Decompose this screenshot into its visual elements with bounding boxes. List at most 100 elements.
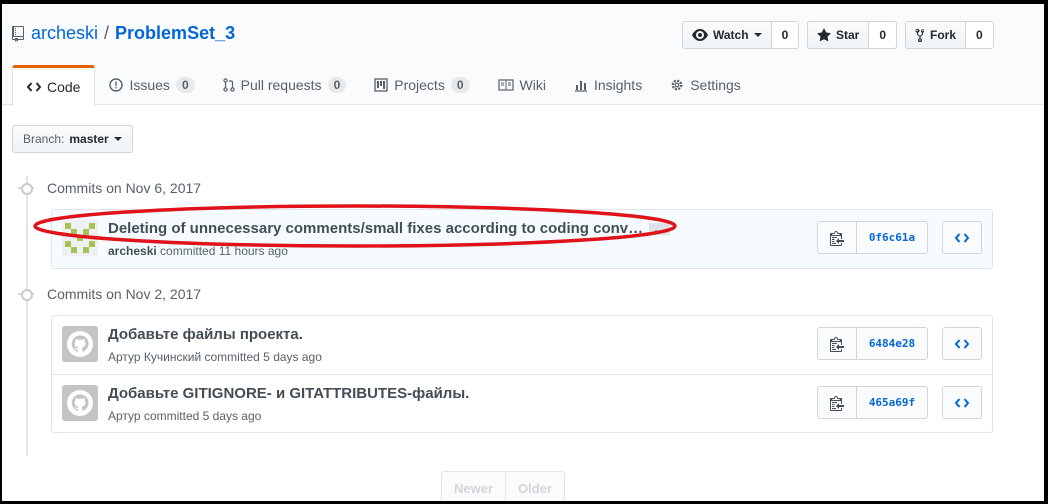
commit-title-link[interactable]: Добавьте GITIGNORE- и GITATTRIBUTES-файл… bbox=[108, 385, 469, 402]
commit-title-link[interactable]: Добавьте файлы проекта. bbox=[108, 326, 303, 343]
sha-button-group: 465a69f bbox=[817, 386, 928, 419]
tab-wiki-label: Wiki bbox=[519, 77, 546, 93]
commit-sha-link[interactable]: 0f6c61a bbox=[857, 221, 928, 254]
code-icon bbox=[27, 82, 41, 92]
projects-counter: 0 bbox=[450, 77, 470, 93]
commit-group-title: Commits on Nov 2, 2017 bbox=[18, 286, 201, 302]
commit-node-icon bbox=[18, 180, 34, 196]
tab-insights-label: Insights bbox=[593, 77, 643, 93]
commit-message: Добавьте GITIGNORE- и GITATTRIBUTES-файл… bbox=[108, 385, 469, 402]
chevron-down-icon bbox=[113, 137, 122, 141]
tab-pull-requests-label: Pull requests bbox=[240, 77, 322, 93]
code-icon bbox=[955, 232, 969, 243]
github-avatar-icon bbox=[62, 326, 98, 362]
fork-count[interactable]: 0 bbox=[966, 21, 994, 49]
star-label: Star bbox=[836, 28, 860, 42]
star-count[interactable]: 0 bbox=[869, 21, 898, 49]
commit-author-link[interactable]: archeski bbox=[108, 244, 157, 258]
star-icon bbox=[817, 28, 831, 42]
expand-message-button[interactable]: … bbox=[649, 223, 671, 236]
chevron-down-icon bbox=[753, 33, 762, 37]
newer-button[interactable]: Newer bbox=[441, 471, 507, 501]
commit-list: Deleting of unnecessary comments/small f… bbox=[51, 209, 993, 269]
fork-icon bbox=[915, 28, 925, 42]
tab-projects-label: Projects bbox=[394, 77, 445, 93]
commit-group-date: Commits on Nov 2, 2017 bbox=[47, 286, 202, 302]
branch-select-button[interactable]: Branch: master bbox=[12, 125, 133, 153]
commit-message: Deleting of unnecessary comments/small f… bbox=[108, 220, 671, 237]
sha-button-group: 0f6c61a bbox=[817, 221, 928, 254]
pagination: Newer Older bbox=[441, 471, 565, 501]
repo-nav-tabs: Code Issues 0 Pull requests 0 Projects 0… bbox=[12, 65, 755, 106]
commit-list: Добавьте файлы проекта. Артур Кучинский … bbox=[51, 315, 993, 433]
commit-time: committed 5 days ago bbox=[204, 350, 322, 364]
commit-meta: Артур committed 5 days ago bbox=[108, 409, 261, 423]
gear-icon bbox=[671, 79, 683, 91]
issue-icon bbox=[109, 78, 124, 92]
repo-owner-link[interactable]: archeski bbox=[31, 23, 98, 44]
code-icon bbox=[955, 397, 969, 408]
repo-page: archeski / ProblemSet_3 Watch 0 Star 0 F… bbox=[2, 4, 1044, 501]
clipboard-icon bbox=[830, 336, 844, 352]
commit-row: Deleting of unnecessary comments/small f… bbox=[52, 210, 992, 268]
commit-meta: Артур Кучинский committed 5 days ago bbox=[108, 350, 322, 364]
code-icon bbox=[955, 338, 969, 349]
book-icon bbox=[497, 79, 514, 91]
tab-wiki[interactable]: Wiki bbox=[484, 65, 560, 105]
commit-message: Добавьте файлы проекта. bbox=[108, 326, 303, 343]
tab-settings-label: Settings bbox=[690, 77, 741, 93]
avatar[interactable] bbox=[62, 220, 98, 256]
commit-row: Добавьте файлы проекта. Артур Кучинский … bbox=[52, 316, 992, 374]
commit-sha-link[interactable]: 465a69f bbox=[857, 386, 928, 419]
browse-files-button[interactable] bbox=[942, 221, 982, 254]
commit-meta: archeski committed 11 hours ago bbox=[108, 244, 288, 258]
commit-author-link[interactable]: Артур bbox=[108, 409, 141, 423]
pull-request-icon bbox=[222, 78, 235, 92]
clipboard-icon bbox=[830, 395, 844, 411]
repo-path-separator: / bbox=[104, 23, 110, 43]
commit-sha-link[interactable]: 6484e28 bbox=[857, 327, 928, 360]
tab-projects[interactable]: Projects 0 bbox=[360, 65, 483, 105]
repo-header: archeski / ProblemSet_3 Watch 0 Star 0 F… bbox=[2, 4, 1044, 106]
copy-sha-button[interactable] bbox=[817, 386, 857, 419]
watch-button[interactable]: Watch bbox=[682, 21, 772, 49]
clipboard-icon bbox=[830, 230, 844, 246]
copy-sha-button[interactable] bbox=[817, 221, 857, 254]
star-group: Star 0 bbox=[807, 21, 898, 49]
watch-label: Watch bbox=[713, 28, 749, 42]
tab-code[interactable]: Code bbox=[12, 65, 96, 106]
sha-button-group: 6484e28 bbox=[817, 327, 928, 360]
star-button[interactable]: Star bbox=[807, 21, 870, 49]
tab-pull-requests[interactable]: Pull requests 0 bbox=[209, 65, 361, 105]
tab-issues[interactable]: Issues 0 bbox=[95, 65, 208, 105]
commit-author-link[interactable]: Артур Кучинский bbox=[108, 350, 201, 364]
tab-code-label: Code bbox=[47, 79, 81, 95]
tab-settings[interactable]: Settings bbox=[656, 65, 755, 105]
tab-issues-label: Issues bbox=[129, 77, 170, 93]
fork-button[interactable]: Fork bbox=[905, 21, 967, 49]
commit-group-title: Commits on Nov 6, 2017 bbox=[18, 180, 201, 196]
tab-insights[interactable]: Insights bbox=[560, 65, 656, 105]
avatar[interactable] bbox=[62, 385, 98, 421]
commit-time: committed 5 days ago bbox=[143, 409, 262, 423]
commit-group-date: Commits on Nov 6, 2017 bbox=[47, 180, 202, 196]
copy-sha-button[interactable] bbox=[817, 327, 857, 360]
avatar[interactable] bbox=[62, 326, 98, 362]
issues-counter: 0 bbox=[175, 77, 195, 93]
repo-name-link[interactable]: ProblemSet_3 bbox=[115, 23, 235, 44]
branch-name: master bbox=[69, 132, 109, 146]
branch-prefix: Branch: bbox=[23, 132, 65, 146]
commit-time: committed 11 hours ago bbox=[160, 244, 288, 258]
older-button[interactable]: Older bbox=[506, 471, 565, 501]
fork-label: Fork bbox=[930, 28, 957, 42]
repo-title: archeski / ProblemSet_3 bbox=[12, 23, 235, 44]
github-avatar-icon bbox=[62, 385, 98, 421]
watch-count[interactable]: 0 bbox=[771, 21, 800, 49]
browse-files-button[interactable] bbox=[942, 386, 982, 419]
commit-node-icon bbox=[18, 286, 34, 302]
watch-group: Watch 0 bbox=[682, 21, 800, 49]
browse-files-button[interactable] bbox=[942, 327, 982, 360]
commit-title-link[interactable]: Deleting of unnecessary comments/small f… bbox=[108, 220, 643, 237]
graph-icon bbox=[574, 81, 587, 92]
timeline-line bbox=[26, 176, 28, 456]
